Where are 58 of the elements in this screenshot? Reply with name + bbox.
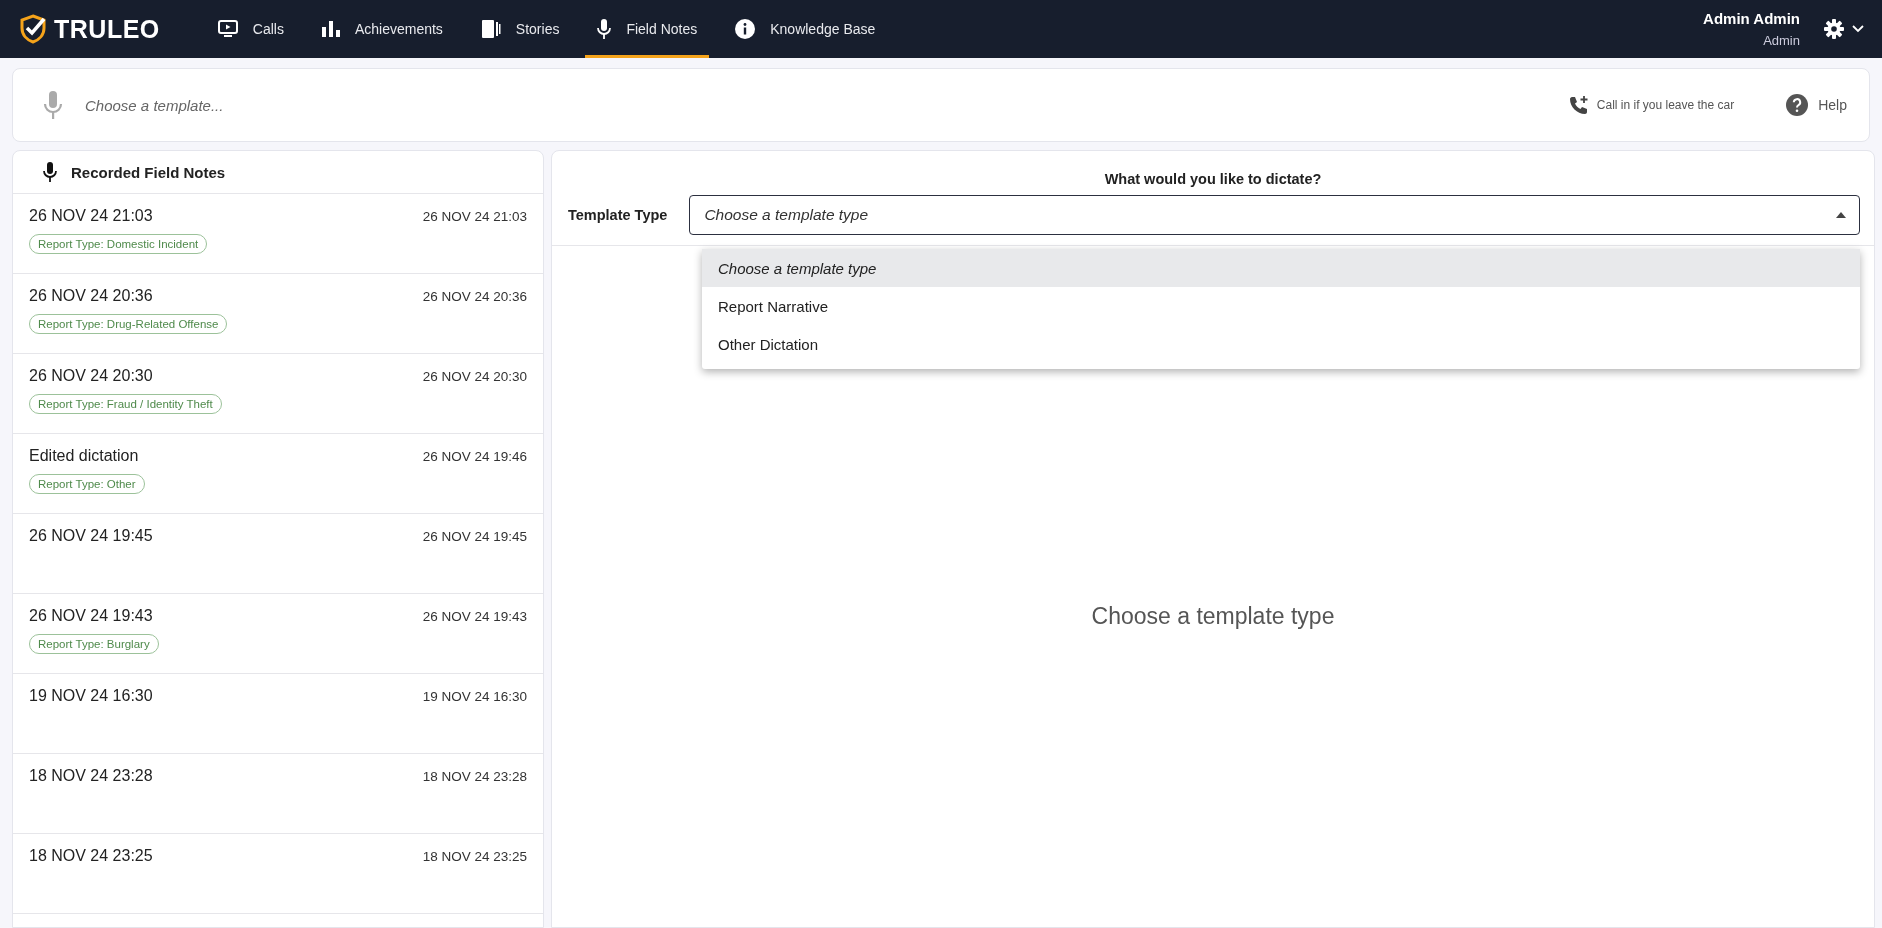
- microphone-icon: [43, 162, 57, 182]
- dropdown-option[interactable]: Other Dictation: [702, 325, 1860, 363]
- nav-tab[interactable]: Field Notes: [585, 0, 710, 58]
- monitor-icon: [217, 20, 238, 38]
- field-note-item[interactable]: 26 NOV 24 20:36 26 NOV 24 20:36 Report Type: Drug-Related Offense: [13, 274, 543, 354]
- dropdown-option[interactable]: Report Narrative: [702, 287, 1860, 325]
- template-type-select[interactable]: Choose a template type: [689, 195, 1860, 235]
- note-timestamp: 26 NOV 24 19:46: [422, 448, 527, 464]
- help-button[interactable]: Help: [1780, 93, 1853, 117]
- panel-title: Recorded Field Notes: [71, 163, 226, 181]
- microphone-icon: [43, 91, 63, 119]
- field-note-item[interactable]: 26 NOV 24 19:45 26 NOV 24 19:45: [13, 514, 543, 594]
- field-note-item[interactable]: 26 NOV 24 21:03 26 NOV 24 21:03 Report Type: Domestic Incident: [13, 194, 543, 274]
- user-name: Admin Admin: [1703, 10, 1800, 27]
- info-icon: [735, 19, 756, 39]
- field-note-item[interactable]: 26 NOV 24 19:43 26 NOV 24 19:43 Report Type: Burglary: [13, 594, 543, 674]
- pages-icon: [480, 19, 501, 39]
- note-timestamp: 26 NOV 24 20:36: [422, 288, 527, 304]
- note-timestamp: 26 NOV 24 19:43: [422, 608, 527, 624]
- field-note-item[interactable]: 26 NOV 24 20:30 26 NOV 24 20:30 Report Type: Fraud / Identity Theft: [13, 354, 543, 434]
- call-in-button[interactable]: Call in if you leave the car: [1562, 94, 1741, 116]
- template-input[interactable]: Choose a template...: [83, 95, 1563, 115]
- field-note-item[interactable]: Edited dictation 26 NOV 24 19:46 Report Type: Other: [13, 434, 543, 514]
- note-title: 19 NOV 24 16:30: [29, 687, 153, 705]
- field-note-item[interactable]: 19 NOV 24 16:30 19 NOV 24 16:30: [13, 674, 543, 754]
- note-timestamp: 18 NOV 24 23:28: [422, 768, 527, 784]
- nav-tab[interactable]: Achievements: [309, 0, 455, 58]
- logo-text: TRULEO: [54, 14, 160, 44]
- note-title: Edited dictation: [29, 447, 139, 465]
- note-title: 26 NOV 24 19:43: [29, 607, 153, 625]
- note-timestamp: 26 NOV 24 19:45: [422, 528, 527, 544]
- field-note-item[interactable]: 18 NOV 24 23:25 18 NOV 24 23:25: [13, 834, 543, 914]
- note-timestamp: 26 NOV 24 21:03: [422, 208, 527, 224]
- shield-check-icon: [18, 14, 48, 44]
- bar-chart-icon: [321, 21, 340, 37]
- note-title: 26 NOV 24 19:45: [29, 527, 153, 545]
- note-title: 26 NOV 24 21:03: [29, 207, 153, 225]
- field-label: Template Type: [568, 207, 668, 223]
- nav-tab[interactable]: Knowledge Base: [723, 0, 888, 58]
- chevron-down-icon: [1852, 25, 1864, 33]
- microphone-icon: [597, 19, 612, 39]
- field-note-item[interactable]: 18 NOV 24 23:28 18 NOV 24 23:28: [13, 754, 543, 834]
- dictate-heading: What would you like to dictate?: [1103, 170, 1323, 189]
- note-timestamp: 19 NOV 24 16:30: [422, 688, 527, 704]
- empty-message: Choose a template type: [1091, 603, 1335, 630]
- help-icon: [1786, 94, 1809, 116]
- settings-icon: [1824, 19, 1844, 39]
- note-timestamp: 26 NOV 24 20:30: [422, 368, 527, 384]
- phone-plus-icon: [1568, 95, 1589, 115]
- note-title: 18 NOV 24 23:25: [29, 847, 153, 865]
- note-title: 26 NOV 24 20:36: [29, 287, 153, 305]
- nav-tab[interactable]: Calls: [205, 0, 296, 58]
- note-title: 18 NOV 24 23:28: [29, 767, 153, 785]
- note-timestamp: 18 NOV 24 23:25: [422, 848, 527, 864]
- note-title: 26 NOV 24 20:30: [29, 367, 153, 385]
- nav-tab[interactable]: Stories: [468, 0, 572, 58]
- dropdown-option[interactable]: Choose a template type: [702, 249, 1860, 287]
- user-role: Admin: [1763, 33, 1800, 48]
